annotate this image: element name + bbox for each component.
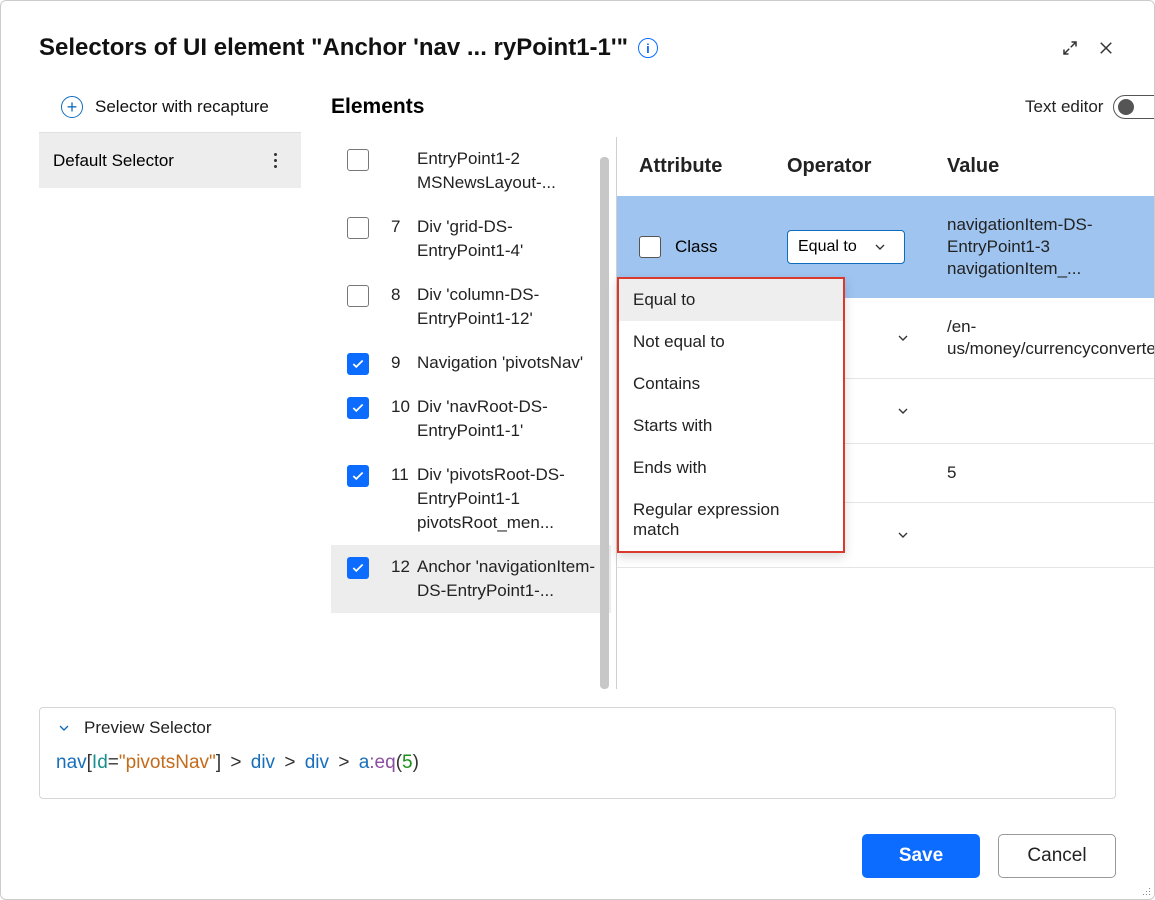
dialog-header: Selectors of UI element "Anchor 'nav ...… [1, 1, 1154, 73]
close-icon[interactable] [1088, 30, 1124, 66]
elements-list: EntryPoint1-2 MSNewsLayout-...7Div 'grid… [331, 137, 611, 689]
element-row[interactable]: 10Div 'navRoot-DS-EntryPoint1-1' [331, 385, 611, 453]
text-editor-label: Text editor [1025, 97, 1103, 117]
operator-option[interactable]: Contains [619, 363, 843, 405]
selector-item-label: Default Selector [53, 151, 174, 171]
element-label: Div 'pivotsRoot-DS-EntryPoint1-1 pivotsR… [417, 463, 603, 535]
operator-option[interactable]: Not equal to [619, 321, 843, 363]
element-number: 9 [391, 351, 417, 375]
chevron-down-icon[interactable] [889, 521, 917, 549]
chevron-down-icon [866, 233, 894, 261]
operator-dropdown: Equal toNot equal toContainsStarts withE… [617, 277, 845, 553]
attributes-header-row: Attribute Operator Value [617, 137, 1155, 196]
chevron-down-icon[interactable] [889, 397, 917, 425]
element-number: 10 [391, 395, 417, 419]
attr-value: navigationItem-DS-EntryPoint1-3 navigati… [947, 214, 1155, 280]
attributes-panel: Text editor Attribute Operator Value Cla… [616, 81, 1155, 689]
more-icon[interactable] [263, 153, 287, 168]
element-checkbox[interactable] [347, 557, 369, 579]
text-editor-toggle[interactable] [1113, 95, 1155, 119]
attr-value: /en-us/money/currencyconverter [947, 316, 1155, 360]
element-label: Div 'grid-DS-EntryPoint1-4' [417, 215, 603, 263]
info-icon[interactable]: i [638, 38, 658, 58]
preview-heading: Preview Selector [84, 718, 212, 738]
elements-heading: Elements [331, 81, 611, 133]
dialog-title: Selectors of UI element "Anchor 'nav ...… [39, 34, 628, 62]
scrollbar[interactable] [600, 137, 609, 689]
selectors-panel: + Selector with recapture Default Select… [39, 81, 301, 689]
chevron-down-icon [56, 720, 72, 736]
operator-option[interactable]: Ends with [619, 447, 843, 489]
dialog-body: + Selector with recapture Default Select… [1, 81, 1154, 689]
attr-checkbox[interactable] [639, 236, 661, 258]
save-button[interactable]: Save [862, 834, 980, 878]
dialog-footer: Save Cancel [1, 813, 1154, 899]
expand-icon[interactable] [1052, 30, 1088, 66]
element-row[interactable]: 7Div 'grid-DS-EntryPoint1-4' [331, 205, 611, 273]
col-attribute: Attribute [639, 155, 787, 178]
element-label: Div 'column-DS-EntryPoint1-12' [417, 283, 603, 331]
operator-option[interactable]: Regular expression match [619, 489, 843, 551]
operator-option[interactable]: Starts with [619, 405, 843, 447]
element-label: EntryPoint1-2 MSNewsLayout-... [417, 147, 603, 195]
element-label: Anchor 'navigationItem-DS-EntryPoint1-..… [417, 555, 603, 603]
operator-select[interactable]: Equal to [787, 230, 905, 264]
operator-value: Equal to [798, 238, 857, 256]
element-checkbox[interactable] [347, 465, 369, 487]
element-number: 11 [391, 463, 417, 487]
attributes-table: Attribute Operator Value Class Equal to [616, 137, 1155, 689]
element-row[interactable]: EntryPoint1-2 MSNewsLayout-... [331, 137, 611, 205]
element-row[interactable]: 9Navigation 'pivotsNav' [331, 341, 611, 385]
element-row[interactable]: 12Anchor 'navigationItem-DS-EntryPoint1-… [331, 545, 611, 613]
selector-item-default[interactable]: Default Selector [39, 133, 301, 188]
elements-panel: Elements EntryPoint1-2 MSNewsLayout-...7… [331, 81, 611, 689]
preview-toggle[interactable]: Preview Selector [56, 718, 1099, 738]
resize-grip-icon[interactable] [1136, 881, 1152, 897]
attr-value: 5 [947, 462, 1155, 484]
attr-name: Class [675, 237, 718, 257]
element-label: Navigation 'pivotsNav' [417, 351, 603, 375]
element-checkbox[interactable] [347, 397, 369, 419]
operator-option[interactable]: Equal to [619, 279, 843, 321]
col-operator: Operator [787, 155, 947, 178]
element-checkbox[interactable] [347, 353, 369, 375]
plus-icon: + [61, 96, 83, 118]
element-row[interactable]: 8Div 'column-DS-EntryPoint1-12' [331, 273, 611, 341]
add-selector-with-recapture[interactable]: + Selector with recapture [39, 81, 301, 133]
element-label: Div 'navRoot-DS-EntryPoint1-1' [417, 395, 603, 443]
col-value: Value [947, 155, 1155, 178]
element-checkbox[interactable] [347, 149, 369, 171]
element-number: 12 [391, 555, 417, 579]
element-number: 8 [391, 283, 417, 307]
selector-preview-text: nav[Id="pivotsNav"] > div > div > a:eq(5… [56, 752, 1099, 774]
recapture-label: Selector with recapture [95, 97, 269, 117]
toggle-knob [1118, 99, 1134, 115]
cancel-button[interactable]: Cancel [998, 834, 1116, 878]
dialog-window: Selectors of UI element "Anchor 'nav ...… [0, 0, 1155, 900]
scrollbar-thumb[interactable] [600, 157, 609, 689]
chevron-down-icon[interactable] [889, 324, 917, 352]
element-row[interactable]: 11Div 'pivotsRoot-DS-EntryPoint1-1 pivot… [331, 453, 611, 545]
element-number: 7 [391, 215, 417, 239]
preview-selector-panel: Preview Selector nav[Id="pivotsNav"] > d… [39, 707, 1116, 799]
element-checkbox[interactable] [347, 285, 369, 307]
element-checkbox[interactable] [347, 217, 369, 239]
